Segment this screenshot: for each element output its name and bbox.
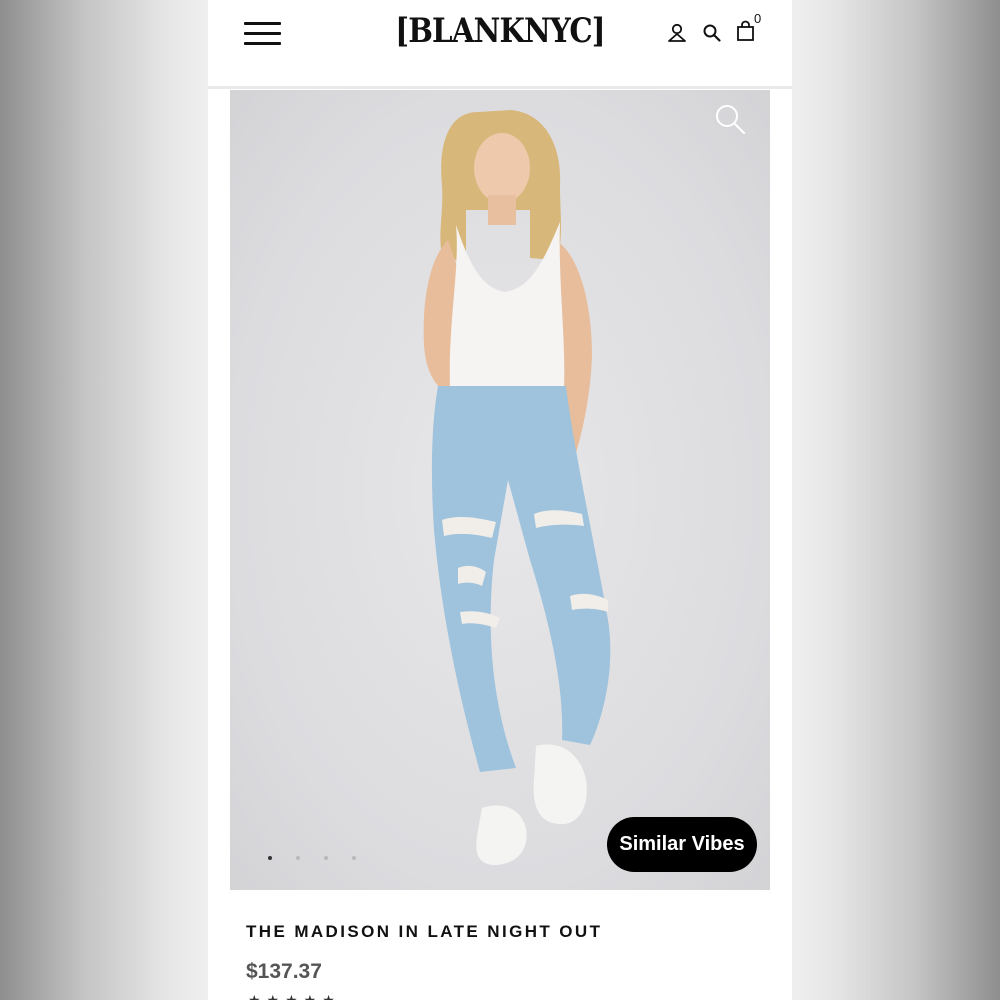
account-icon[interactable] [666,22,688,44]
mobile-page: [BLANKNYC] 0 Similar Vibes THE MADISON I… [208,0,792,1000]
rating-stars-partial: ★★★★★ [248,992,341,1000]
search-icon[interactable] [701,22,723,44]
carousel-dot[interactable] [352,856,356,860]
similar-vibes-button[interactable]: Similar Vibes [607,817,757,872]
zoom-icon[interactable] [713,102,747,136]
carousel-indicator [268,854,368,862]
carousel-dot[interactable] [296,856,300,860]
model-photo-illustration [423,110,611,865]
blurred-background-right [792,0,1000,1000]
site-header: [BLANKNYC] 0 [208,0,792,89]
cart-count-badge: 0 [754,11,762,26]
product-title: THE MADISON IN LATE NIGHT OUT [246,922,603,941]
product-image[interactable]: Similar Vibes [230,90,770,890]
carousel-dot[interactable] [324,856,328,860]
carousel-dot[interactable] [268,856,272,860]
product-price: $137.37 [246,960,322,983]
blurred-background-left [0,0,208,1000]
